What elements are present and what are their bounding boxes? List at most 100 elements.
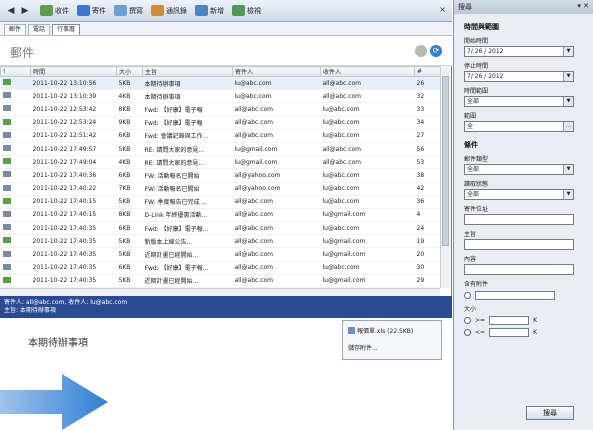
attachment-radio[interactable] bbox=[464, 292, 471, 299]
cell-subject: FW: 活動報名已開始 bbox=[142, 168, 233, 183]
range-select[interactable]: 全部 ▼ bbox=[464, 96, 574, 107]
cell-from: lu@gmail.com bbox=[232, 142, 321, 157]
cell-to: all@abc.com bbox=[320, 76, 415, 91]
vertical-scrollbar[interactable] bbox=[440, 66, 450, 288]
chevron-down-icon[interactable]: ▼ bbox=[563, 165, 573, 174]
new-icon bbox=[195, 5, 208, 16]
cell-subject: Fwd: 【好康】電子報 bbox=[142, 116, 233, 130]
end-label: 停止時間 bbox=[464, 63, 489, 70]
size-le-input[interactable] bbox=[489, 328, 530, 337]
cell-from: all@abc.com bbox=[232, 195, 321, 209]
attachment-item[interactable]: 報價單.xls (22.5KB) bbox=[348, 326, 436, 335]
cell-from: all@yahoo.com bbox=[232, 168, 321, 183]
cell-time: 2011-10-22 17:40:15 bbox=[30, 195, 117, 209]
start-date-picker[interactable]: 7/ 26 / 2012 ▼ bbox=[464, 46, 574, 57]
cell-to: lu@abc.com bbox=[320, 195, 415, 209]
table-row[interactable]: 2011-10-22 17:40:15 5KB FW: 季度報告已完成 ... all… bbox=[0, 195, 440, 209]
start-label: 開始時間 bbox=[464, 38, 489, 45]
chevron-down-icon[interactable]: ▼ bbox=[563, 72, 573, 81]
tab-mail[interactable]: 郵件 bbox=[4, 24, 27, 35]
back-arrow-icon[interactable]: ◀ bbox=[4, 4, 18, 18]
table-row[interactable]: 2011-10-22 17:40:35 5KB 近期計畫已經開始... all@abc… bbox=[0, 274, 440, 288]
toolbar-button-compose[interactable]: 撰寫 bbox=[114, 5, 143, 16]
mail-status-icon bbox=[0, 195, 31, 209]
cell-to: lu@gmail.com bbox=[320, 247, 415, 262]
tab-calendar[interactable]: 行事曆 bbox=[52, 24, 81, 35]
toolbar-button-new[interactable]: 新增 bbox=[195, 5, 224, 16]
column-subject[interactable]: 主旨 bbox=[142, 66, 233, 77]
table-row[interactable]: 2011-10-22 12:51:42 6KB Fwd: 會議記錄與工作... all… bbox=[0, 129, 440, 143]
table-row[interactable]: 2011-10-22 17:40:36 6KB FW: 活動報名已開始 all@yah… bbox=[0, 168, 440, 183]
table-row[interactable]: 2011-10-22 17:40:35 5KB 新版本上線公告... all@abc.… bbox=[0, 234, 440, 249]
toolbar: ◀ ▶ 收件 寄件 撰寫 通訊錄 新增 檢視 × bbox=[0, 0, 452, 22]
cell-subject: 本期待辦事項 bbox=[142, 89, 233, 104]
column-flag[interactable]: ! bbox=[0, 66, 31, 77]
cell-to: all@abc.com bbox=[320, 155, 415, 170]
chevron-down-icon[interactable]: ▼ bbox=[563, 47, 573, 56]
panel-controls-icon[interactable]: ▾ ✕ bbox=[577, 2, 589, 12]
cell-subject: FW: 季度報告已完成 ... bbox=[142, 195, 233, 209]
column-time[interactable]: 時間 bbox=[30, 66, 117, 77]
read-select[interactable]: 全部 ▼ bbox=[464, 189, 574, 200]
end-date-picker[interactable]: 7/ 26 / 2012 ▼ bbox=[464, 71, 574, 82]
subject-input[interactable] bbox=[464, 239, 574, 250]
cell-time: 2011-10-22 17:40:15 bbox=[30, 208, 117, 223]
mail-status-icon bbox=[0, 89, 31, 104]
folder-select[interactable]: 全… bbox=[464, 121, 574, 132]
content-label: 內容 bbox=[464, 256, 477, 263]
size-label: 大小 bbox=[464, 306, 477, 313]
table-row[interactable]: 2011-10-22 17:40:35 5KB 近期計畫已經開始... all@abc… bbox=[0, 247, 440, 262]
cell-size: 4KB bbox=[116, 89, 143, 104]
table-row[interactable]: 2011-10-22 12:53:42 8KB Fwd: 【好康】電子報 all@ab… bbox=[0, 102, 440, 117]
table-row[interactable]: 2011-10-22 13:10:56 5KB 本期待辦事項 lu@abc.com al… bbox=[0, 76, 440, 91]
chevron-down-icon[interactable]: ▼ bbox=[563, 97, 573, 106]
table-row[interactable]: 2011-10-22 17:40:22 7KB FW: 活動報名已開始 all@yah… bbox=[0, 182, 440, 196]
cell-time: 2011-10-22 17:40:35 bbox=[30, 234, 117, 249]
table-row[interactable]: 2011-10-22 17:49:04 4KB RE: 請問大家的意見... lu@g… bbox=[0, 155, 440, 170]
column-count[interactable]: # bbox=[414, 66, 440, 77]
column-size[interactable]: 大小 bbox=[116, 66, 143, 77]
search-button[interactable]: 搜尋 bbox=[526, 406, 574, 420]
type-select[interactable]: 全部 ▼ bbox=[464, 164, 574, 175]
tab-phone[interactable]: 電話 bbox=[28, 24, 51, 35]
forward-arrow-icon[interactable]: ▶ bbox=[18, 4, 32, 18]
table-row[interactable]: 2011-10-22 17:40:35 6KB Fwd: 【好康】電子報... all… bbox=[0, 221, 440, 236]
table-row[interactable]: 2011-10-22 17:40:35 6KB Fwd: 【好康】電子報... all… bbox=[0, 261, 440, 275]
cell-size: 5KB bbox=[116, 76, 143, 91]
table-row[interactable]: 2011-10-22 13:10:39 4KB 本期待辦事項 lu@abc.com al… bbox=[0, 89, 440, 104]
search-icon[interactable]: ⟳ bbox=[430, 45, 442, 57]
toolbar-button-send[interactable]: 寄件 bbox=[77, 5, 106, 16]
table-row[interactable]: 2011-10-22 17:40:15 8KB D-Link 年終優惠活動... al… bbox=[0, 208, 440, 223]
size-le-radio[interactable] bbox=[464, 329, 471, 336]
chevron-down-icon[interactable]: ▼ bbox=[563, 190, 573, 199]
from-address-input[interactable] bbox=[464, 214, 574, 225]
column-from[interactable]: 寄件人 bbox=[232, 66, 321, 77]
cell-subject: 近期計畫已經開始... bbox=[142, 274, 233, 288]
column-to[interactable]: 收件人 bbox=[320, 66, 415, 77]
toolbar-button-receive[interactable]: 收件 bbox=[40, 5, 69, 16]
cell-size: 8KB bbox=[116, 102, 143, 117]
attachment-label: 含有附件 bbox=[464, 281, 489, 288]
scroll-thumb[interactable] bbox=[442, 76, 449, 246]
size-ge-input[interactable] bbox=[489, 316, 530, 325]
attachment-input[interactable] bbox=[475, 291, 555, 300]
cell-n: 26 bbox=[414, 76, 440, 91]
mail-status-icon bbox=[0, 142, 31, 157]
subtab-bar: 郵件 電話 行事曆 bbox=[0, 22, 452, 36]
toolbar-button-contacts[interactable]: 通訊錄 bbox=[151, 5, 187, 16]
size-ge-radio[interactable] bbox=[464, 317, 471, 324]
horizontal-scrollbar[interactable] bbox=[0, 288, 440, 296]
view-icon bbox=[232, 5, 245, 16]
subject-label: 主旨 bbox=[464, 231, 477, 238]
cell-from: all@abc.com bbox=[232, 102, 321, 117]
save-attachment-link[interactable]: 儲存附件... bbox=[348, 343, 436, 352]
cell-size: 6KB bbox=[116, 221, 143, 236]
toolbar-button-view[interactable]: 檢視 bbox=[232, 5, 261, 16]
content-input[interactable] bbox=[464, 264, 574, 275]
close-icon[interactable]: × bbox=[439, 5, 446, 14]
refresh-icon[interactable] bbox=[415, 45, 427, 57]
table-row[interactable]: 2011-10-22 17:49:57 5KB RE: 請問大家的意見... lu@g… bbox=[0, 142, 440, 157]
folder-browse-icon[interactable]: … bbox=[563, 122, 573, 131]
table-row[interactable]: 2011-10-22 12:53:24 9KB Fwd: 【好康】電子報 all@ab… bbox=[0, 116, 440, 130]
message-body: 本期待辦事項 報價單.xls (22.5KB) 儲存附件... bbox=[0, 318, 452, 430]
